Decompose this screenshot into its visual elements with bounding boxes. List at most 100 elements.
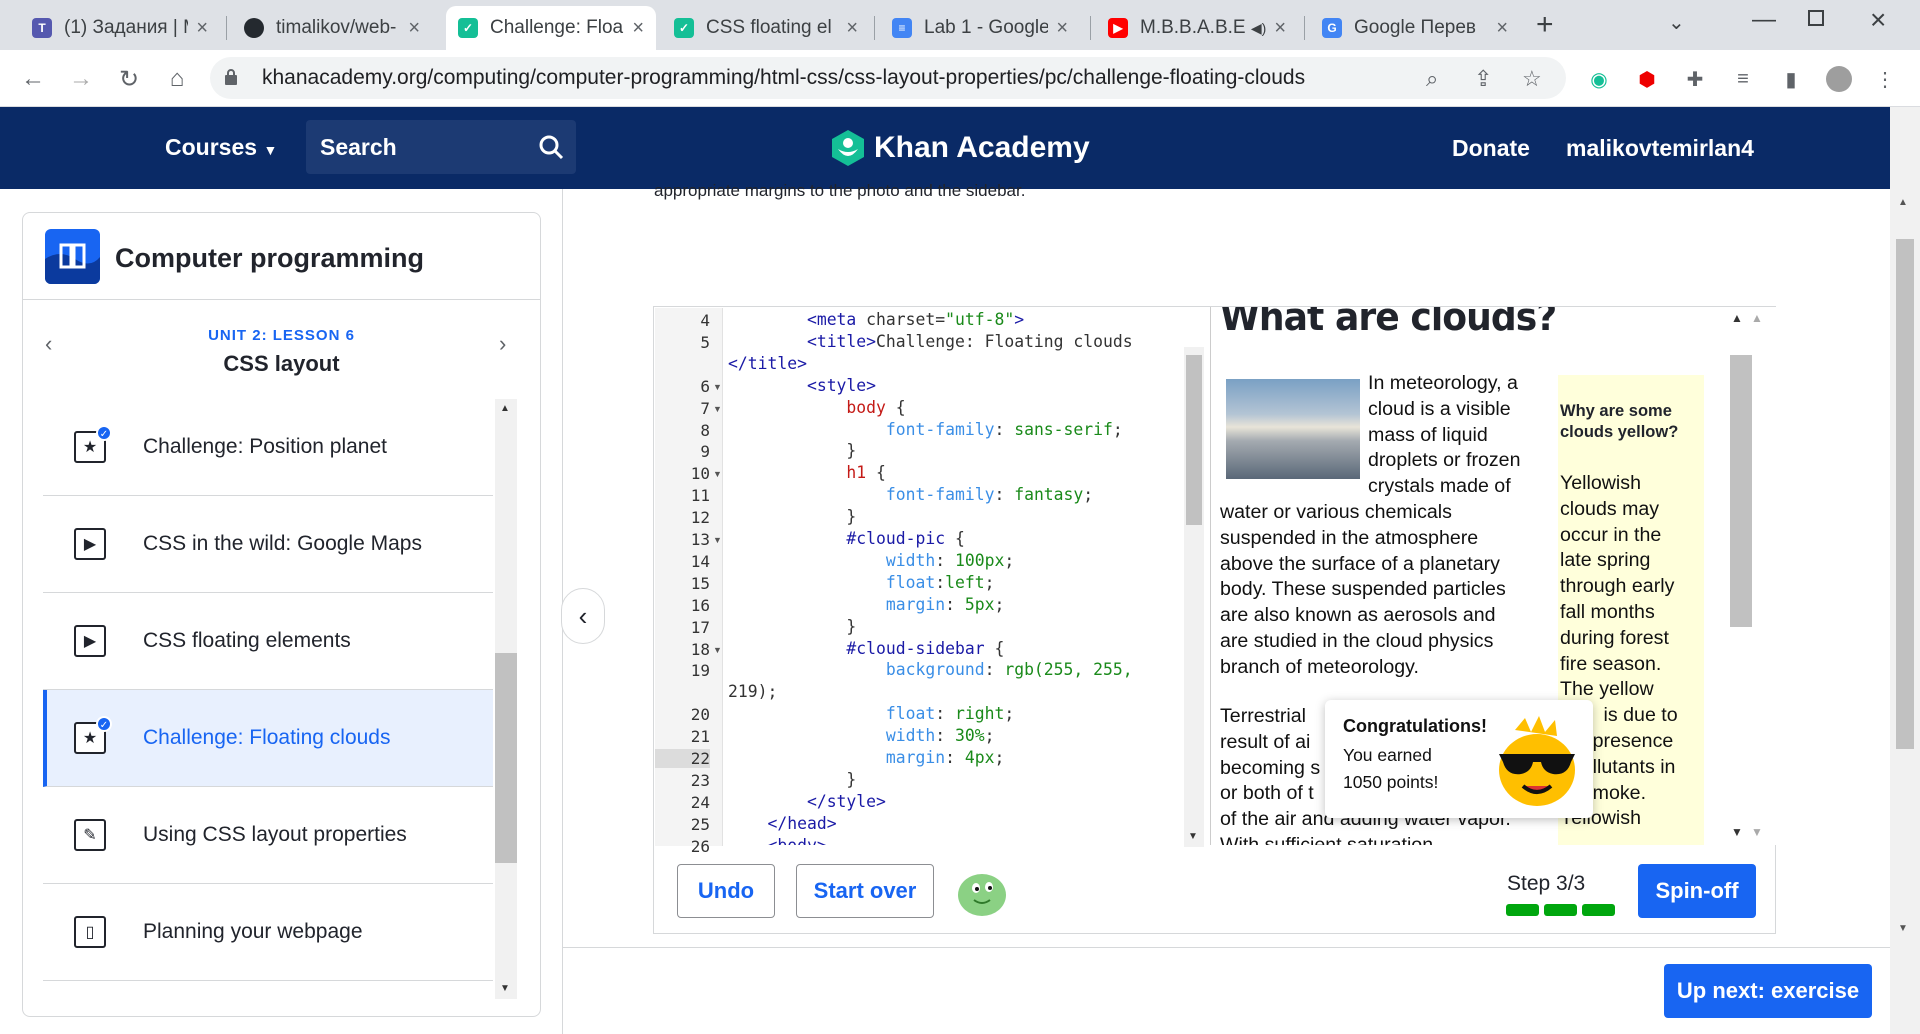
donate-link[interactable]: Donate [1452,135,1530,162]
lesson-item-layout-properties[interactable]: ✎ Using CSS layout properties [43,787,493,884]
code-line[interactable]: margin: 4px; [728,748,1004,767]
lock-icon[interactable] [224,68,238,86]
side-panel-icon[interactable]: ▮ [1778,66,1804,92]
khan-academy-logo[interactable]: Khan Academy [830,129,1090,167]
next-lesson-icon[interactable]: › [499,331,506,357]
code-line[interactable]: background: rgb(255, 255, [728,660,1133,679]
lesson-item-google-maps[interactable]: ▶ CSS in the wild: Google Maps [43,496,493,593]
code-line[interactable]: width: 30%; [728,726,995,745]
lesson-item-position-planet[interactable]: ★ ✓ Challenge: Position planet [43,399,493,496]
code-line[interactable]: </head> [728,814,836,833]
undo-button[interactable]: Undo [677,864,775,918]
tab-search-icon[interactable]: ⌄ [1668,10,1685,35]
preview-scrollbar-thumb[interactable] [1730,355,1752,627]
browser-tab[interactable]: timalikov/web- × [232,6,432,50]
lesson-item-planning-webpage[interactable]: ▯ Planning your webpage [43,884,493,981]
omnibox[interactable]: khanacademy.org/computing/computer-progr… [210,57,1566,99]
code-line[interactable]: <meta charset="utf-8"> [728,310,1024,329]
reload-button[interactable]: ↻ [112,62,146,96]
share-icon[interactable]: ⇪ [1474,66,1492,92]
courses-menu[interactable]: Courses ▼ [165,134,277,161]
scroll-down-icon[interactable]: ▼ [1188,831,1198,842]
lesson-item-floating-elements[interactable]: ▶ CSS floating elements [43,593,493,690]
spin-off-button[interactable]: Spin-off [1638,864,1756,918]
code-line[interactable]: <style> [728,376,876,395]
close-icon[interactable]: × [408,17,420,40]
scrollbar-thumb[interactable] [1896,239,1914,749]
close-icon[interactable]: × [846,17,858,40]
code-line[interactable]: } [728,770,856,789]
menu-icon[interactable]: ⋮ [1872,66,1898,92]
scroll-up-icon[interactable]: ▲ [1731,311,1743,325]
code-line[interactable]: body { [728,398,905,417]
lesson-item-floating-clouds[interactable]: ★ ✓ Challenge: Floating clouds [43,690,493,787]
profile-avatar[interactable] [1826,66,1852,92]
code-line[interactable]: #cloud-pic { [728,529,964,548]
new-tab-button[interactable]: + [1536,8,1554,42]
browser-tab-active[interactable]: ✓ Challenge: Floa × [446,6,656,50]
code-line[interactable]: width: 100px; [728,551,1014,570]
code-line[interactable]: h1 { [728,463,886,482]
media-control-icon[interactable]: ≡ [1730,66,1756,92]
browser-tab[interactable]: G Google Перев × [1310,6,1520,50]
browser-tab[interactable]: T (1) Задания | M × [20,6,220,50]
code-line[interactable]: } [728,441,856,460]
code-line[interactable]: 219); [728,682,777,701]
fold-icon[interactable]: ▼ [713,535,722,545]
code-line[interactable]: <title>Challenge: Floating clouds [728,332,1133,351]
close-icon[interactable]: × [1274,17,1286,40]
code-line[interactable]: #cloud-sidebar { [728,639,1004,658]
scroll-up-icon[interactable]: ▲ [1751,311,1763,325]
code-line[interactable]: font-family: sans-serif; [728,420,1123,439]
scroll-up-icon[interactable]: ▲ [1898,197,1908,208]
close-icon[interactable]: × [1056,17,1068,40]
zoom-icon[interactable]: ⌕ [1426,66,1438,92]
back-button[interactable]: ← [16,62,50,96]
sidebar-scrollbar-thumb[interactable] [495,653,517,863]
user-menu[interactable]: malikovtemirlan4 [1566,135,1754,162]
code-line[interactable]: </title> [728,354,807,373]
code-editor[interactable]: <meta charset="utf-8"> <title>Challenge:… [726,307,1192,845]
code-line[interactable]: font-family: fantasy; [728,485,1093,504]
fold-icon[interactable]: ▼ [713,382,722,392]
code-line[interactable]: margin: 5px; [728,595,1004,614]
start-over-button[interactable]: Start over [796,864,934,918]
close-icon[interactable]: × [632,17,644,40]
code-line[interactable]: <body> [728,836,826,845]
scroll-down-icon[interactable]: ▼ [1898,923,1908,934]
browser-tab[interactable]: ▶ M.B.B.A.B.E ◀) × [1096,6,1298,50]
code-line[interactable]: </style> [728,792,886,811]
close-icon[interactable]: × [1496,17,1508,40]
course-title[interactable]: Computer programming [115,243,424,274]
scroll-down-icon[interactable]: ▼ [1731,825,1743,839]
code-line[interactable]: float:left; [728,573,995,592]
restore-button[interactable] [1808,10,1824,26]
fold-icon[interactable]: ▼ [713,645,722,655]
minimize-button[interactable]: — [1752,6,1776,34]
forward-button[interactable]: → [64,62,98,96]
bookmark-star-icon[interactable]: ☆ [1522,66,1542,92]
close-window-button[interactable]: × [1870,4,1886,36]
code-line[interactable]: float: right; [728,704,1014,723]
up-next-button[interactable]: Up next: exercise [1664,964,1872,1018]
extensions-puzzle-icon[interactable]: ✚ [1682,66,1708,92]
close-icon[interactable]: × [196,17,208,40]
code-line[interactable]: } [728,617,856,636]
scroll-down-icon[interactable]: ▼ [500,983,510,994]
fold-icon[interactable]: ▼ [713,469,722,479]
home-button[interactable]: ⌂ [160,62,194,96]
search-box[interactable]: Search [306,120,576,174]
collapse-sidebar-button[interactable]: ‹ [561,588,605,644]
search-icon[interactable] [538,134,564,160]
browser-tab[interactable]: ≡ Lab 1 - Google × [880,6,1080,50]
page-scrollbar[interactable]: ▲ ▼ [1890,107,1920,1034]
scroll-down-icon[interactable]: ▼ [1751,825,1763,839]
adblock-icon[interactable]: ⬢ [1634,66,1660,92]
browser-tab[interactable]: ✓ CSS floating el × [662,6,870,50]
editor-scrollbar-thumb[interactable] [1186,355,1202,525]
hint-mascot-icon[interactable] [956,868,1008,918]
extension-icon[interactable]: ◉ [1586,66,1612,92]
fold-icon[interactable]: ▼ [713,404,722,414]
scroll-up-icon[interactable]: ▲ [500,403,510,414]
code-line[interactable]: } [728,507,856,526]
